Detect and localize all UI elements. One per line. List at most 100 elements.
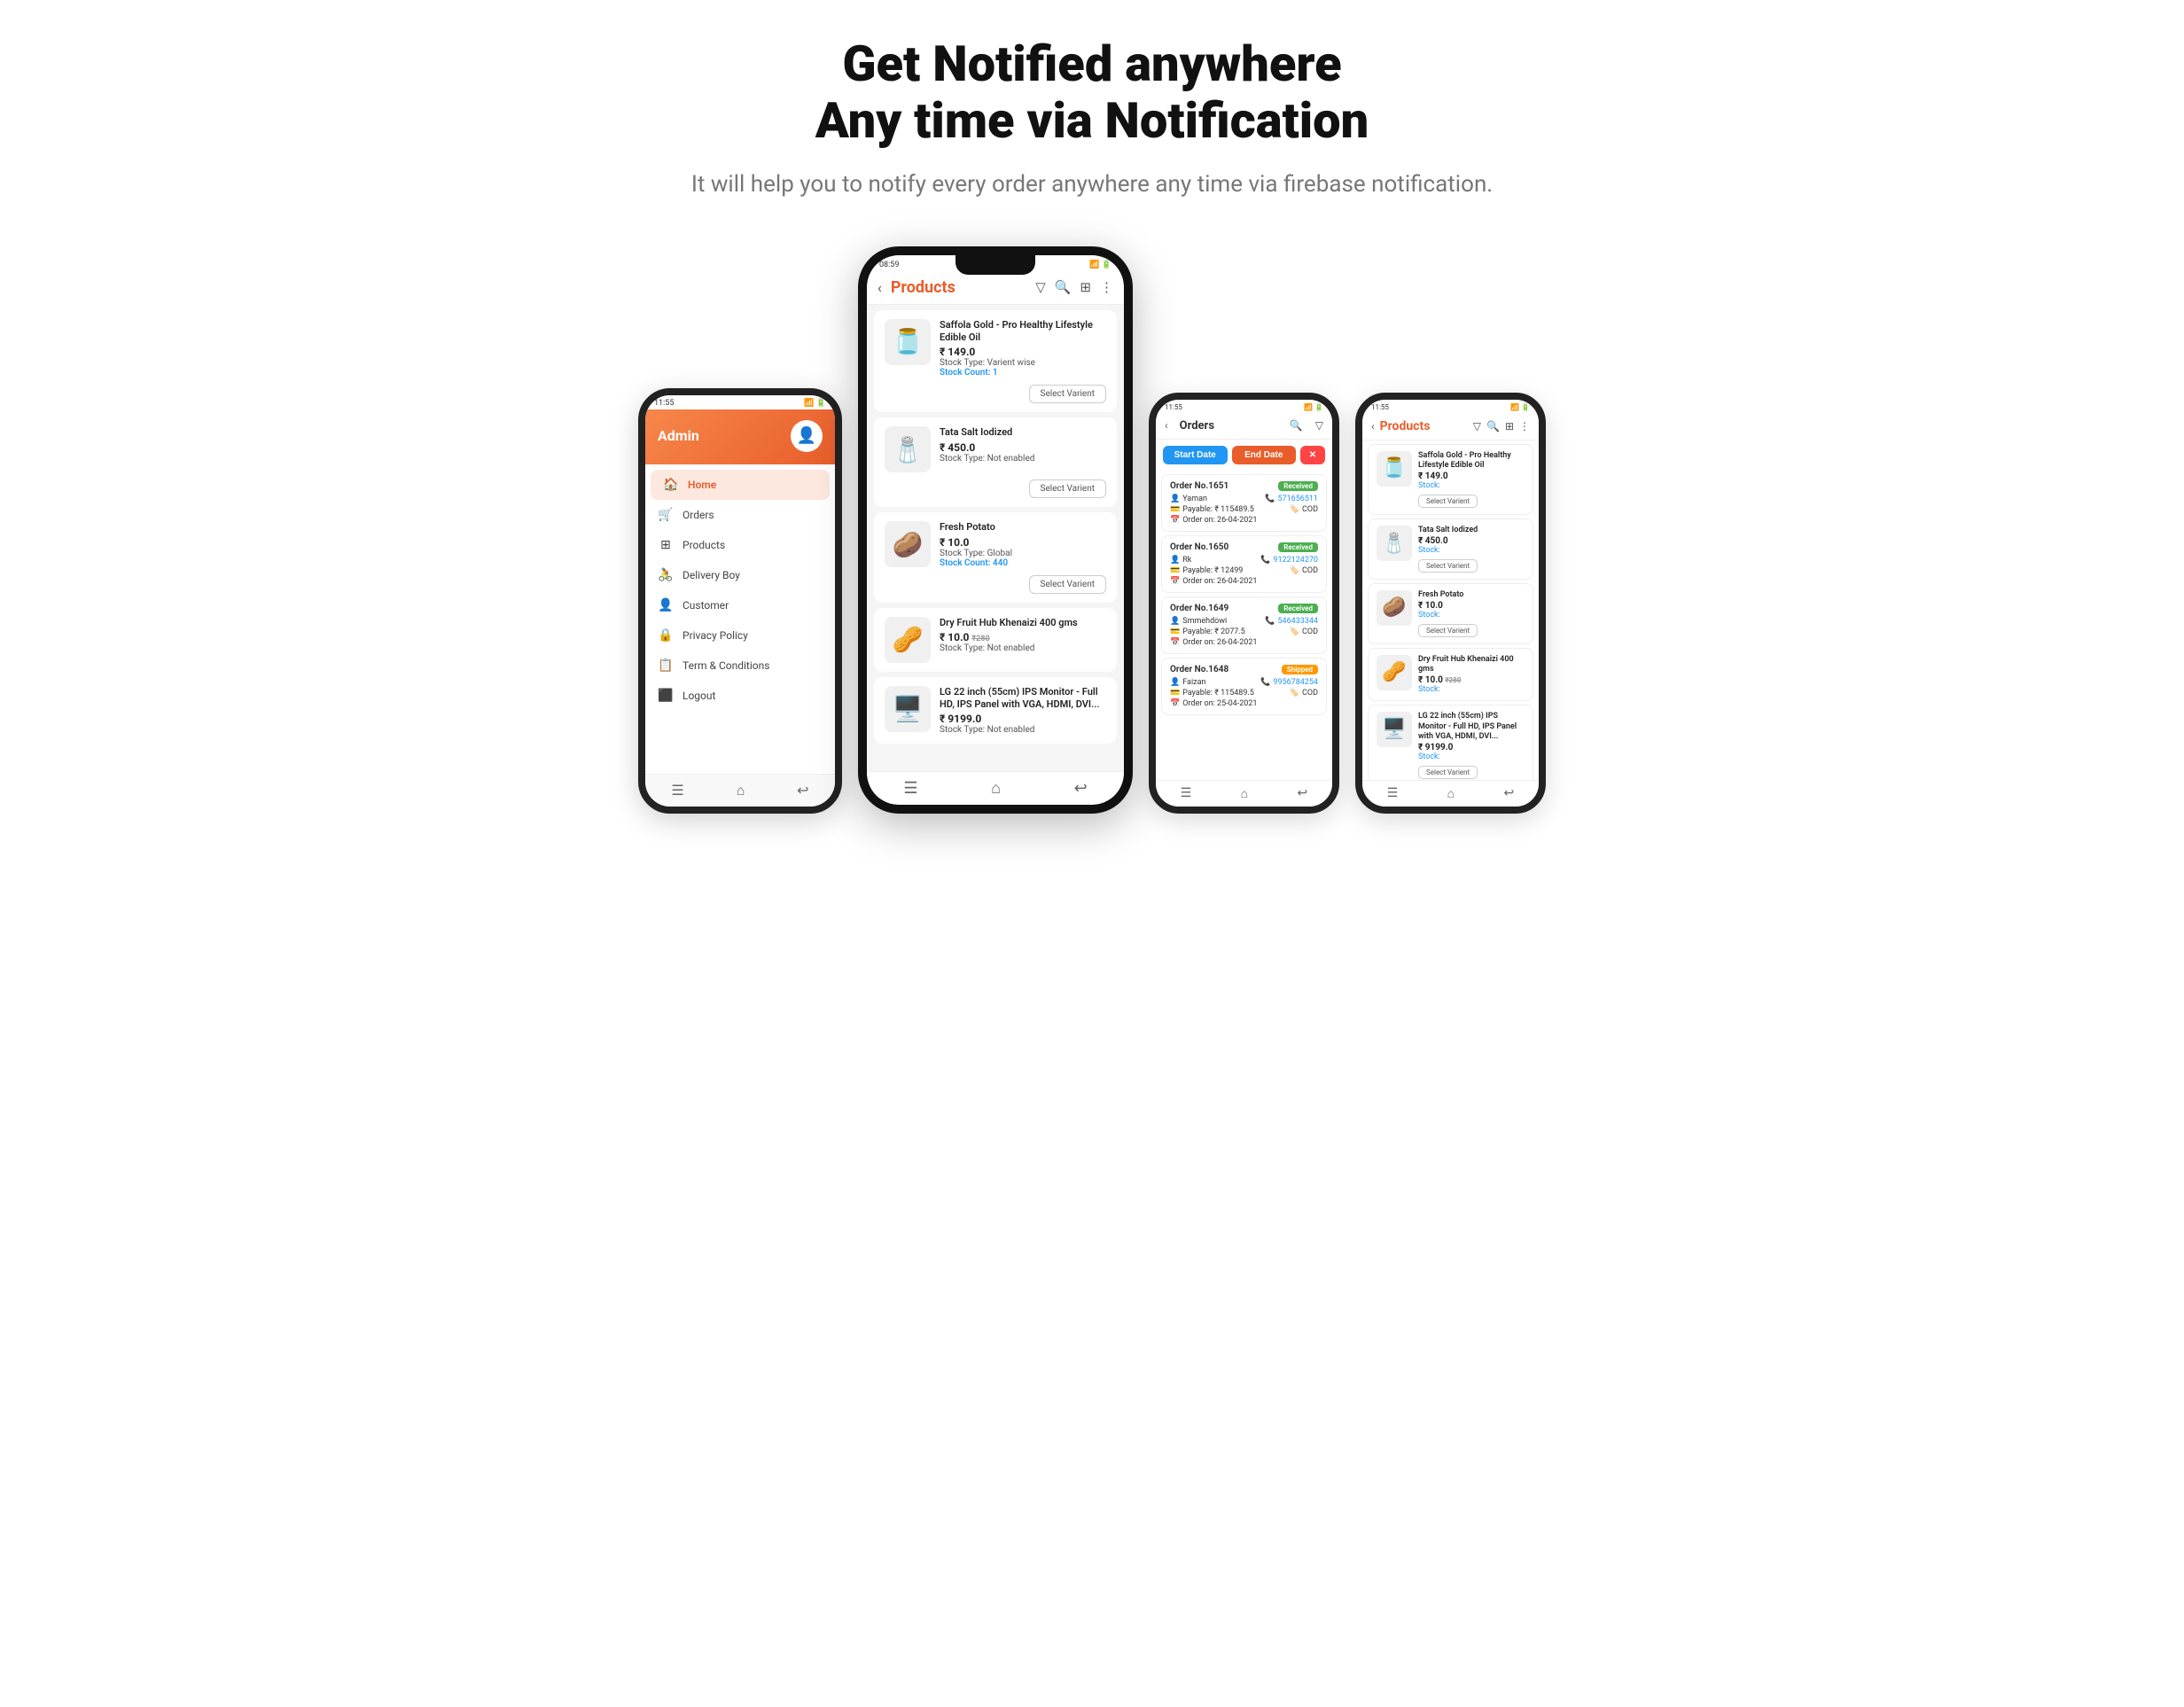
menu-icon-orders[interactable]: ☰: [1181, 786, 1192, 801]
right-product-2: 🧂 Tata Salt Iodized ₹ 450.0 Stock: Selec…: [1368, 518, 1533, 580]
back-icon[interactable]: ↩: [797, 782, 808, 799]
nav-item-terms[interactable]: 📋 Term & Conditions: [645, 651, 835, 681]
payable-1651: Payable: ₹ 115489.5: [1182, 505, 1254, 514]
home-bottom-center-icon[interactable]: ⌂: [991, 779, 1001, 798]
left-phone: 11:55 📶 🔋 Admin 👤 🏠 Home 🛒 Orders ⊞ Pr: [638, 388, 842, 814]
right-grid-icon[interactable]: ⊞: [1505, 420, 1514, 433]
right-product-3: 🥔 Fresh Potato ₹ 10.0 Stock: Select Vari…: [1368, 583, 1533, 644]
right-more-icon[interactable]: ⋮: [1519, 420, 1530, 433]
order-card-1651: Order No.1651 Received 👤Yaman 📞571656511…: [1161, 474, 1327, 532]
order-card-1648: Order No.1648 Shipped 👤Faizan 📞995678425…: [1161, 658, 1327, 715]
back-arrow-icon[interactable]: ‹: [878, 279, 882, 296]
product-card-5: 🖥️ LG 22 inch (55cm) IPS Monitor - Full …: [874, 677, 1117, 744]
orders-status-bar: 11:55 📶 🔋: [1156, 400, 1332, 413]
back-icon-right[interactable]: ↩: [1504, 786, 1515, 801]
more-icon[interactable]: ⋮: [1100, 279, 1113, 295]
right-product-name-2: Tata Salt Iodized: [1418, 526, 1525, 536]
home-icon-right[interactable]: ⌂: [1447, 786, 1455, 801]
left-app-header: Admin 👤: [645, 409, 835, 464]
right-select-btn-2[interactable]: Select Varient: [1418, 559, 1478, 573]
logout-icon: ⬛: [658, 689, 674, 703]
product-price-3: ₹ 10.0: [940, 536, 1106, 549]
orders-phone: 11:55 📶 🔋 ‹ Orders 🔍 ▽ Start Date End Da…: [1149, 393, 1339, 814]
nav-item-customer[interactable]: 👤 Customer: [645, 590, 835, 620]
payment-1651: COD: [1302, 505, 1318, 514]
right-product-price-1: ₹ 149.0: [1418, 472, 1525, 481]
product-price-4: ₹ 10.0 ₹280: [940, 631, 1106, 643]
date-1649: Order on: 26-04-2021: [1182, 638, 1257, 647]
right-filter-icon[interactable]: ▽: [1473, 420, 1481, 433]
product-stock-type-5: Stock Type: Not enabled: [940, 725, 1106, 735]
product-stock-type-1: Stock Type: Varient wise: [940, 358, 1106, 368]
right-product-img-1: 🫙: [1377, 451, 1412, 487]
end-date-btn[interactable]: End Date: [1232, 446, 1297, 464]
select-variant-btn-2[interactable]: Select Varient: [1029, 479, 1106, 498]
right-select-btn-1[interactable]: Select Varient: [1418, 495, 1478, 508]
product-stock-type-2: Stock Type: Not enabled: [940, 454, 1106, 464]
right-product-img-2: 🧂: [1377, 526, 1412, 561]
payable-1649: Payable: ₹ 2077.5: [1182, 627, 1245, 636]
right-product-5: 🖥️ LG 22 inch (55cm) IPS Monitor - Full …: [1368, 705, 1533, 786]
nav-item-delivery-boy[interactable]: 🚴 Delivery Boy: [645, 560, 835, 590]
center-bottom-bar: ☰ ⌂ ↩: [867, 771, 1124, 805]
orders-icon: 🛒: [658, 508, 674, 522]
product-price-5: ₹ 9199.0: [940, 713, 1106, 725]
grid-icon[interactable]: ⊞: [1080, 279, 1091, 295]
right-app-bar: ‹ Products ▽ 🔍 ⊞ ⋮: [1362, 413, 1539, 440]
nav-item-orders[interactable]: 🛒 Orders: [645, 500, 835, 530]
right-search-icon[interactable]: 🔍: [1486, 420, 1500, 433]
nav-item-products[interactable]: ⊞ Products: [645, 530, 835, 560]
menu-icon-right[interactable]: ☰: [1387, 786, 1399, 801]
back-bottom-icon[interactable]: ↩: [1074, 779, 1088, 798]
right-app-title: Products: [1380, 419, 1468, 433]
right-product-img-5: 🖥️: [1377, 712, 1412, 747]
center-app-title: Products: [891, 278, 1026, 297]
right-back-icon[interactable]: ‹: [1371, 420, 1375, 433]
order-badge-1651: Received: [1278, 481, 1318, 491]
phone-1649[interactable]: 546433344: [1277, 617, 1318, 626]
order-badge-1649: Received: [1278, 604, 1318, 613]
order-number-1651: Order No.1651: [1170, 481, 1228, 491]
customer-1649: Smmehdowi: [1182, 617, 1227, 626]
customer-icon: 👤: [658, 598, 674, 612]
home-bottom-icon[interactable]: ⌂: [737, 782, 745, 799]
phone-notch: [956, 255, 1035, 275]
orders-search-icon[interactable]: 🔍: [1290, 419, 1303, 432]
search-icon[interactable]: 🔍: [1055, 279, 1072, 295]
select-variant-btn-1[interactable]: Select Varient: [1029, 385, 1106, 403]
right-product-name-4: Dry Fruit Hub Khenaizi 400 gms: [1418, 655, 1525, 675]
phone-1650[interactable]: 9122124270: [1273, 556, 1318, 565]
phone-1648[interactable]: 9956784254: [1273, 678, 1318, 687]
product-img-2: 🧂: [885, 426, 931, 472]
left-nav-list: 🏠 Home 🛒 Orders ⊞ Products 🚴 Delivery Bo…: [645, 464, 835, 716]
customer-1651: Yaman: [1182, 495, 1207, 503]
right-product-img-4: 🥜: [1377, 655, 1412, 690]
product-card-3: 🥔 Fresh Potato ₹ 10.0 Stock Type: Global…: [874, 512, 1117, 602]
phone-1651[interactable]: 571656511: [1277, 495, 1318, 503]
menu-icon[interactable]: ☰: [671, 782, 683, 799]
nav-item-logout[interactable]: ⬛ Logout: [645, 681, 835, 711]
date-1651: Order on: 26-04-2021: [1182, 516, 1257, 525]
product-info-4: Dry Fruit Hub Khenaizi 400 gms ₹ 10.0 ₹2…: [940, 617, 1106, 663]
order-number-1648: Order No.1648: [1170, 665, 1228, 674]
select-variant-btn-3[interactable]: Select Varient: [1029, 575, 1106, 594]
menu-bottom-icon[interactable]: ☰: [903, 779, 917, 798]
delivery-icon: 🚴: [658, 568, 674, 582]
clear-filter-btn[interactable]: ✕: [1300, 446, 1325, 464]
home-icon-orders[interactable]: ⌂: [1241, 786, 1248, 801]
nav-item-home[interactable]: 🏠 Home: [651, 470, 830, 500]
orders-filter-icon[interactable]: ▽: [1315, 419, 1323, 432]
right-product-img-3: 🥔: [1377, 590, 1412, 626]
right-bottom-bar: ☰ ⌂ ↩: [1362, 780, 1539, 807]
orders-back-icon[interactable]: ‹: [1165, 419, 1168, 432]
start-date-btn[interactable]: Start Date: [1163, 446, 1228, 464]
right-product-name-5: LG 22 inch (55cm) IPS Monitor - Full HD,…: [1418, 712, 1525, 743]
order-badge-1650: Received: [1278, 542, 1318, 552]
back-icon-orders[interactable]: ↩: [1298, 786, 1308, 801]
right-product-stock-1: Stock:: [1418, 481, 1525, 490]
nav-item-privacy[interactable]: 🔒 Privacy Policy: [645, 620, 835, 651]
filter-icon[interactable]: ▽: [1035, 279, 1046, 295]
right-select-btn-5[interactable]: Select Varient: [1418, 766, 1478, 779]
orders-bottom-bar: ☰ ⌂ ↩: [1156, 780, 1332, 807]
right-select-btn-3[interactable]: Select Varient: [1418, 624, 1478, 637]
